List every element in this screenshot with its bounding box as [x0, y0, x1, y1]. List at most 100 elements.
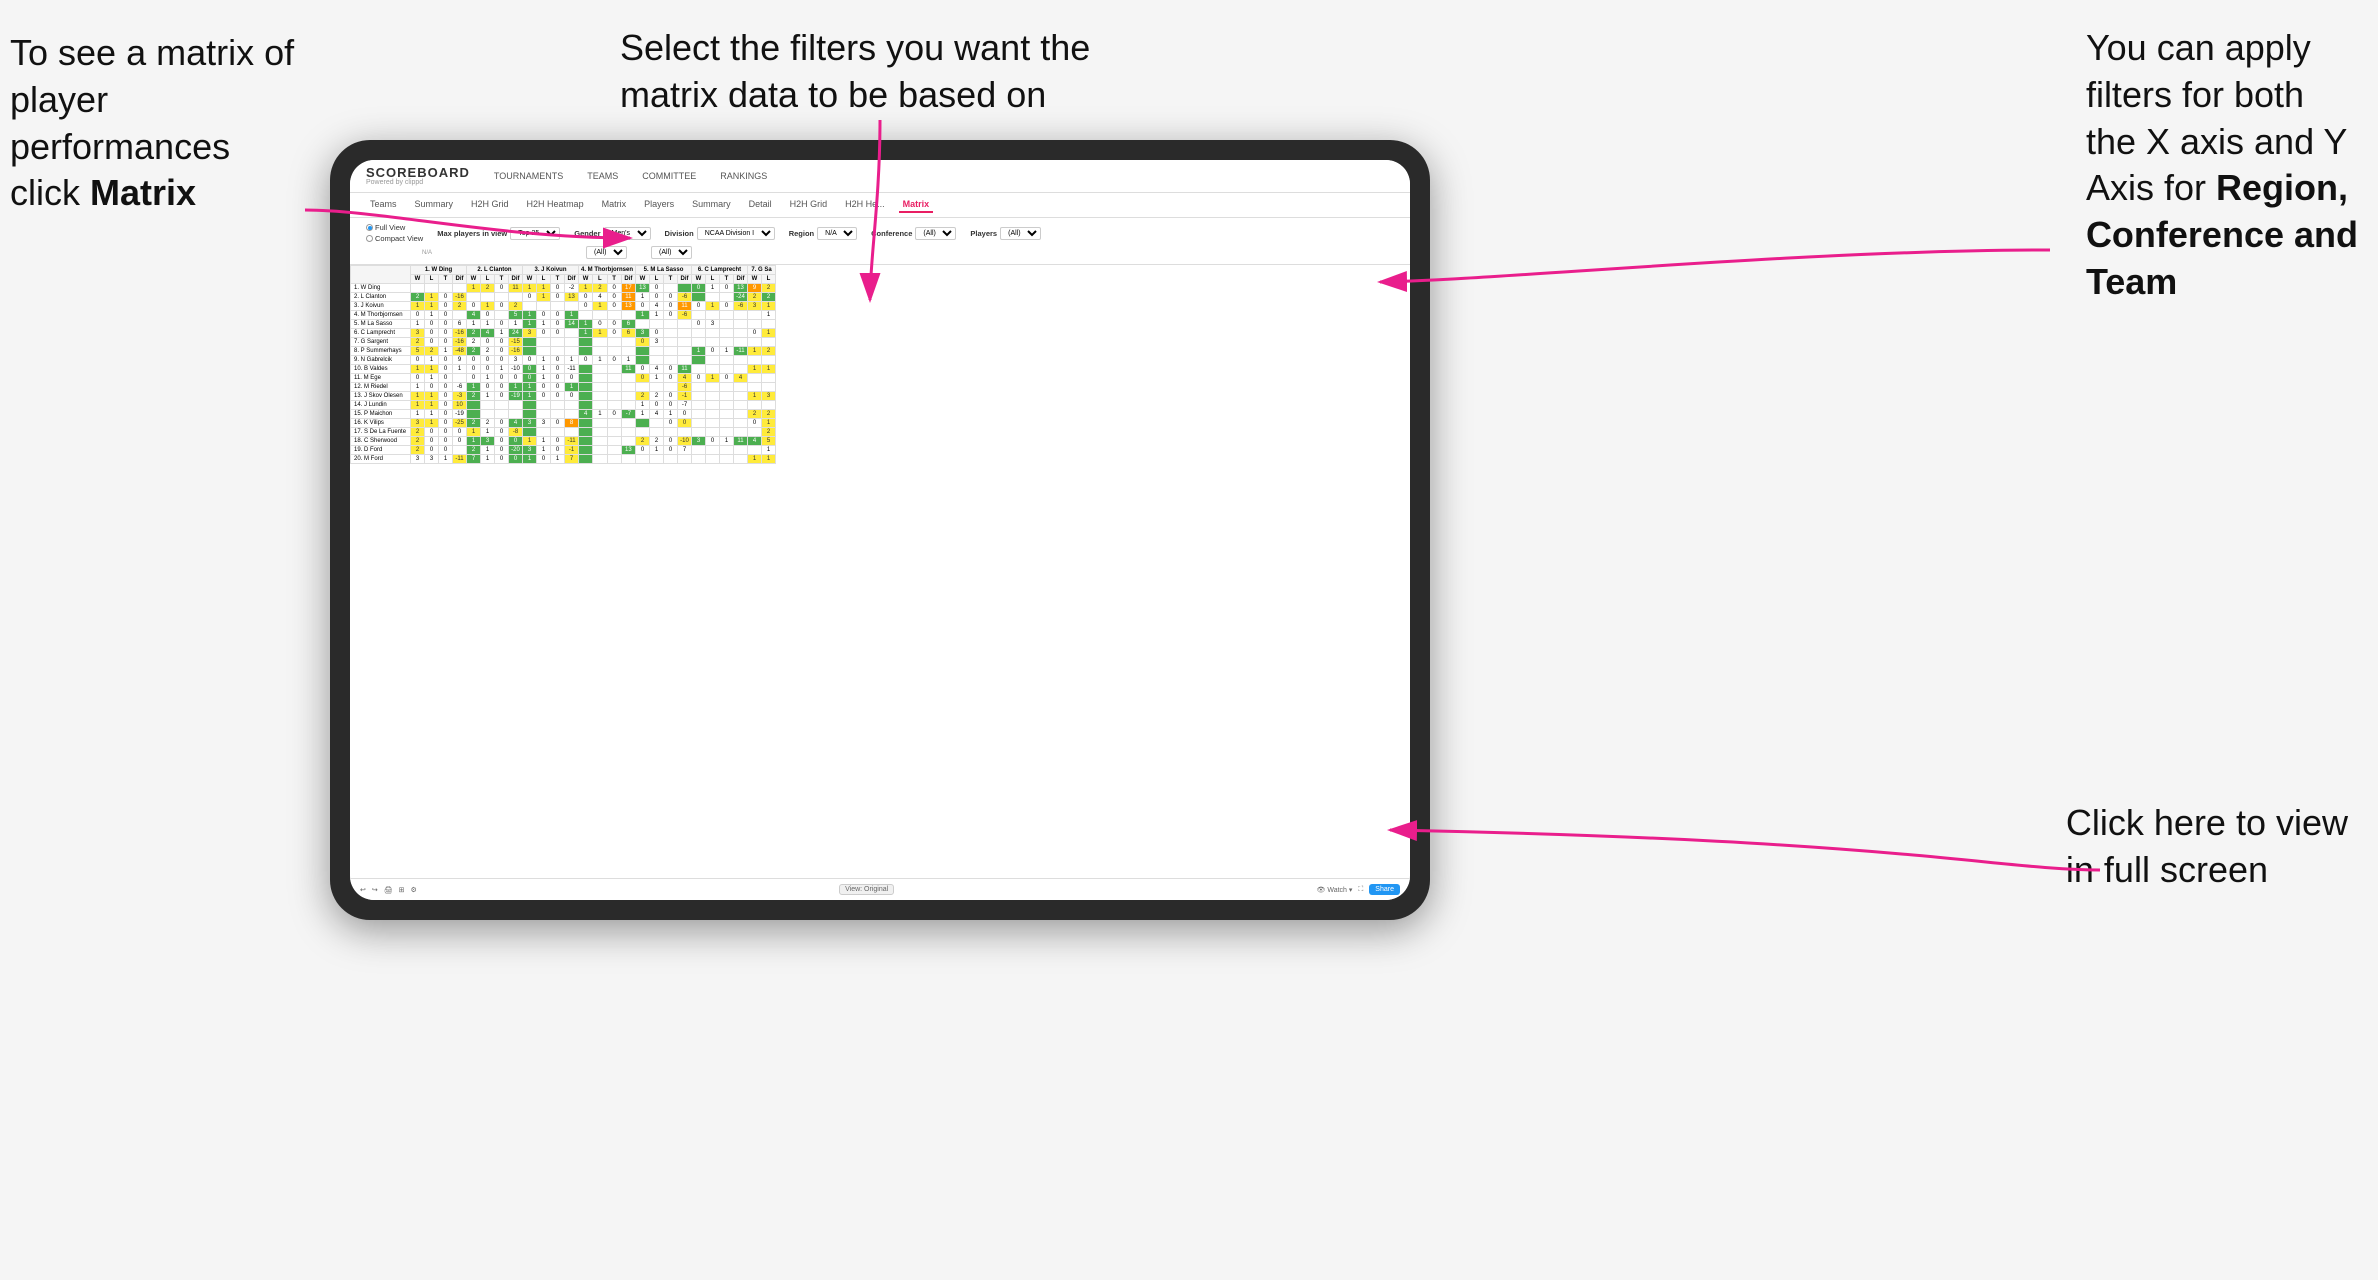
logo-text: SCOREBOARD [366, 166, 470, 179]
table-row: 2. L Clanton 210-16 01013 04011 100-6 -2… [351, 293, 776, 302]
wding-dif: Dif [453, 275, 467, 284]
players-label: Players [970, 229, 997, 238]
print-icon[interactable]: 🖨 [384, 886, 393, 894]
mlasasso-dif: Dif [678, 275, 692, 284]
lclanton-dif: Dif [509, 275, 523, 284]
view-original-btn[interactable]: View: Original [839, 884, 894, 895]
fullscreen-btn[interactable]: ⛶ [1358, 886, 1363, 894]
gender-select[interactable]: Men's [604, 227, 651, 240]
full-view-radio[interactable]: Full View [366, 223, 423, 232]
nav-rankings[interactable]: RANKINGS [716, 169, 771, 183]
undo-icon[interactable]: ↩ [360, 886, 366, 894]
nav-tournaments[interactable]: TOURNAMENTS [490, 169, 567, 183]
scoreboard-header: SCOREBOARD Powered by clippd TOURNAMENTS… [350, 160, 1410, 193]
player-name: 12. M Riedel [351, 383, 411, 392]
settings-icon[interactable]: ⚙ [411, 886, 417, 894]
tab-h2h-he[interactable]: H2H He... [841, 197, 889, 213]
table-row: 10. B Valdes 1101 001-10 010-11 11 04011… [351, 365, 776, 374]
redo-icon[interactable]: ↪ [372, 886, 378, 894]
col-m-la-sasso: 5. M La Sasso [636, 266, 692, 275]
compact-view-radio[interactable]: Compact View [366, 234, 423, 243]
tablet-screen: SCOREBOARD Powered by clippd TOURNAMENTS… [350, 160, 1410, 900]
nav-committee[interactable]: COMMITTEE [638, 169, 700, 183]
table-row: 12. M Riedel 100-6 1001 1001 -6 [351, 383, 776, 392]
players-select2[interactable]: (All) [651, 246, 692, 259]
region-select[interactable]: N/A [817, 227, 857, 240]
col-l-clanton: 2. L Clanton [467, 266, 523, 275]
mthorb-t: T [607, 275, 621, 284]
gender-label: Gender [574, 229, 600, 238]
region-row2: N/A [422, 250, 432, 256]
tab-summary2[interactable]: Summary [688, 197, 735, 213]
players-select[interactable]: (All) [1000, 227, 1041, 240]
player-name: 3. J Koivun [351, 302, 411, 311]
main-nav: TOURNAMENTS TEAMS COMMITTEE RANKINGS [490, 169, 771, 183]
mlasasso-l: L [650, 275, 664, 284]
player-name: 15. P Maichon [351, 410, 411, 419]
gsa-l: L [762, 275, 776, 284]
mthorb-l: L [593, 275, 607, 284]
table-row: 6. C Lamprecht 300-16 24124 300 1106 30 … [351, 329, 776, 338]
tab-h2h-grid2[interactable]: H2H Grid [786, 197, 832, 213]
annotation-tl-bold: Matrix [90, 172, 196, 213]
tab-players[interactable]: Players [640, 197, 678, 213]
conference-row2: (All) [586, 246, 627, 259]
annotation-bottom-right: Click here to view in full screen [2066, 800, 2348, 894]
player-name: 7. G Sargent [351, 338, 411, 347]
bottom-center-controls: View: Original [839, 884, 894, 895]
annotation-top-center: Select the filters you want the matrix d… [620, 25, 1090, 119]
table-row: 16. K Vilips 310-25 2204 3308 00 01 [351, 419, 776, 428]
scoreboard-logo: SCOREBOARD Powered by clippd [366, 166, 470, 186]
lclanton-t: T [495, 275, 509, 284]
tab-summary[interactable]: Summary [411, 197, 458, 213]
sub-nav: Teams Summary H2H Grid H2H Heatmap Matri… [350, 193, 1410, 218]
conference-select[interactable]: (All) [915, 227, 956, 240]
tab-matrix[interactable]: Matrix [598, 197, 631, 213]
players-group: Players (All) [970, 227, 1041, 240]
logo-subtext: Powered by clippd [366, 179, 470, 186]
bottom-right-controls: 👁 Watch ▾ ⛶ Share [1317, 884, 1400, 895]
wding-l: L [425, 275, 439, 284]
mlasasso-w: W [636, 275, 650, 284]
tab-detail[interactable]: Detail [745, 197, 776, 213]
player-name: 4. M Thorbjornsen [351, 311, 411, 320]
col-g-sa: 7. G Sa [748, 266, 776, 275]
region-group: Region N/A [789, 227, 857, 240]
players-row2: (All) [651, 246, 692, 259]
annotation-top-right: You can apply filters for both the X axi… [2086, 25, 2358, 306]
col-header-empty [351, 266, 411, 284]
tab-teams[interactable]: Teams [366, 197, 401, 213]
table-row: 7. G Sargent 200-16 200-15 03 [351, 338, 776, 347]
max-players-select[interactable]: Top 25 [510, 227, 560, 240]
matrix-scroll: 1. W Ding 2. L Clanton 3. J Koivun 4. M … [350, 265, 1410, 887]
player-name: 17. S De La Fuente [351, 428, 411, 437]
player-name: 13. J Skov Olesen [351, 392, 411, 401]
tab-matrix-active[interactable]: Matrix [899, 197, 934, 213]
annotation-tl-line3-prefix: click [10, 172, 90, 213]
player-name: 10. B Valdes [351, 365, 411, 374]
mthorb-w: W [579, 275, 593, 284]
col-c-lamprecht: 6. C Lamprecht [692, 266, 748, 275]
annotation-tc-line2: matrix data to be based on [620, 74, 1046, 115]
annotation-tr-bold3: Team [2086, 261, 2177, 302]
annotation-tl-line1: To see a matrix of [10, 32, 294, 73]
player-name: 2. L Clanton [351, 293, 411, 302]
player-name: 1. W Ding [351, 284, 411, 293]
filter-row-2: N/A (All) (All) [422, 246, 1394, 259]
annotation-top-left: To see a matrix of player performances c… [10, 30, 330, 217]
table-row: 3. J Koivun 1102 0102 01013 04011 010-6 … [351, 302, 776, 311]
tab-h2h-grid[interactable]: H2H Grid [467, 197, 513, 213]
watch-btn[interactable]: 👁 Watch ▾ [1317, 886, 1353, 894]
conference-select2[interactable]: (All) [586, 246, 627, 259]
tab-h2h-heatmap[interactable]: H2H Heatmap [523, 197, 588, 213]
nav-teams[interactable]: TEAMS [583, 169, 622, 183]
player-name: 18. C Sherwood [351, 437, 411, 446]
division-select[interactable]: NCAA Division I [697, 227, 775, 240]
zoom-controls[interactable]: ⊞ [399, 886, 405, 894]
mlasasso-t: T [664, 275, 678, 284]
annotation-br-line2: in full screen [2066, 849, 2268, 890]
annotation-tr-line4-prefix: Axis for [2086, 167, 2216, 208]
share-btn[interactable]: Share [1369, 884, 1400, 895]
matrix-table: 1. W Ding 2. L Clanton 3. J Koivun 4. M … [350, 265, 776, 464]
jkoivun-dif: Dif [565, 275, 579, 284]
